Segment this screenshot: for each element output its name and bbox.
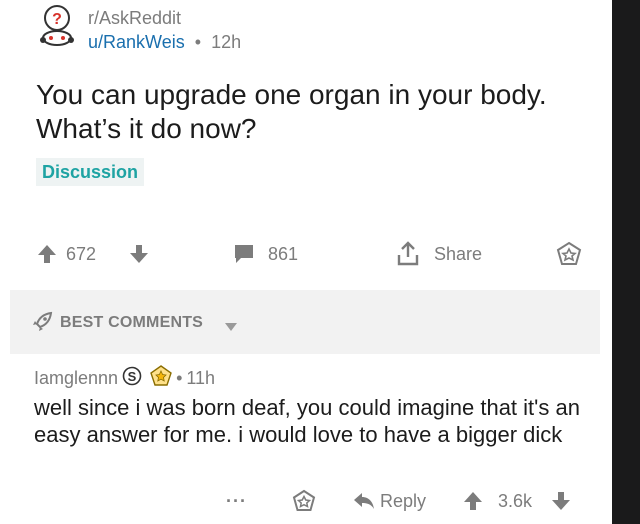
star-outline-icon	[292, 489, 316, 513]
comment-author[interactable]: Iamglennn	[34, 368, 118, 389]
meta-separator: •	[194, 32, 202, 52]
comment-count: 861	[268, 243, 299, 264]
post-meta: u/RankWeis • 12h	[88, 32, 241, 53]
share-label: Share	[434, 243, 483, 264]
comment-upvote-button[interactable]	[462, 484, 484, 518]
meta-separator: •	[176, 367, 183, 388]
post-score: 672	[66, 243, 97, 264]
comment-bubble-icon	[232, 242, 256, 266]
comments-button[interactable]: 861	[232, 238, 298, 270]
comment-downvote-button[interactable]	[550, 484, 572, 518]
share-button[interactable]: Share	[396, 238, 482, 270]
reply-arrow-icon	[352, 491, 376, 511]
up-arrow-icon	[462, 490, 484, 512]
save-post-button[interactable]	[556, 238, 582, 270]
share-icon	[396, 241, 420, 267]
downvote-button[interactable]	[128, 238, 150, 270]
comment-sort-bar[interactable]: BEST COMMENTS	[10, 290, 600, 354]
reply-button[interactable]: Reply	[352, 484, 426, 518]
rocket-icon	[30, 310, 54, 339]
post-card: ? r/AskReddit u/RankWeis • 12h You can u…	[0, 0, 612, 524]
svg-text:?: ?	[52, 11, 62, 28]
down-arrow-icon	[550, 490, 572, 512]
caret-down-icon	[224, 319, 238, 337]
post-title[interactable]: You can upgrade one organ in your body. …	[36, 78, 576, 146]
post-action-bar: 672 861 Share	[36, 238, 596, 270]
up-arrow-icon	[36, 243, 58, 265]
more-options-button[interactable]: ···	[226, 484, 247, 518]
subreddit-avatar-icon[interactable]: ?	[36, 4, 78, 48]
reply-label: Reply	[380, 490, 427, 511]
svg-text:S: S	[128, 369, 137, 384]
sort-label: BEST COMMENTS	[60, 314, 204, 331]
comment-body: well since i was born deaf, you could im…	[34, 395, 580, 447]
post-flair[interactable]: Discussion	[36, 158, 145, 186]
down-arrow-icon	[128, 243, 150, 265]
s-badge-icon: S	[122, 366, 142, 391]
post-header: ? r/AskReddit u/RankWeis • 12h	[36, 4, 596, 56]
save-comment-button[interactable]	[292, 484, 316, 518]
comment-action-bar: ··· Reply 3.6k	[34, 484, 594, 518]
star-badge-icon	[150, 364, 172, 392]
upvote-button[interactable]	[36, 238, 58, 270]
star-outline-icon	[556, 241, 582, 267]
comment-meta: Iamglennn S • 11h	[34, 364, 216, 392]
comment-score: 3.6k	[498, 490, 533, 511]
post-author[interactable]: u/RankWeis	[88, 32, 185, 52]
post-age: 12h	[211, 32, 242, 52]
comment-age: 11h	[186, 367, 216, 388]
subreddit-name[interactable]: r/AskReddit	[88, 8, 181, 29]
